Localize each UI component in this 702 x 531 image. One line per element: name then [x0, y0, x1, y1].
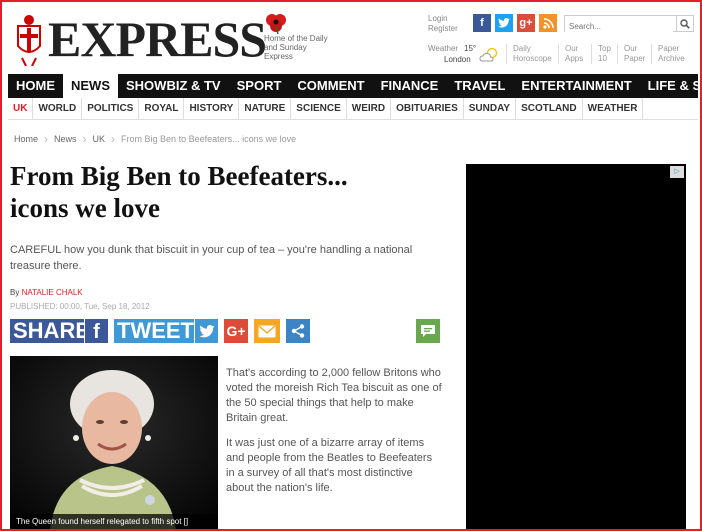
share-bar: SHARE f TWEET G+: [10, 318, 442, 344]
subnav-item-sunday[interactable]: SUNDAY: [464, 98, 517, 119]
google-plus-icon[interactable]: G+: [224, 319, 248, 343]
quick-link-line: Our: [565, 44, 579, 53]
subnav-item-history[interactable]: HISTORY: [184, 98, 240, 119]
social-links: f g+: [473, 14, 557, 32]
site-tagline: Home of the Daily and Sunday Express: [264, 34, 328, 61]
article-headline: From Big Ben to Beefeaters... icons we l…: [10, 160, 430, 224]
breadcrumb: Home › News › UK › From Big Ben to Beefe…: [14, 132, 296, 146]
breadcrumb-news[interactable]: News: [54, 134, 77, 144]
subnav-item-weird[interactable]: WEIRD: [347, 98, 392, 119]
breadcrumb-current: From Big Ben to Beefeaters... icons we l…: [121, 134, 297, 144]
headline-line: icons we love: [10, 193, 160, 223]
quick-link-horoscope[interactable]: Daily Horoscope: [506, 44, 552, 64]
quick-link-line: Apps: [565, 54, 584, 63]
nav-item-comment[interactable]: COMMENT: [289, 74, 372, 98]
breadcrumb-home[interactable]: Home: [14, 134, 38, 144]
article-image[interactable]: The Queen found herself relegated to fif…: [10, 356, 218, 529]
subnav-item-world[interactable]: WORLD: [33, 98, 83, 119]
quick-link-our-paper[interactable]: Our Paper: [617, 44, 645, 64]
site-logo[interactable]: EXPRESS: [48, 12, 267, 66]
weather-widget[interactable]: Weather 15° London: [428, 44, 498, 64]
quick-link-line: Horoscope: [513, 54, 552, 63]
chevron-right-icon: ›: [44, 132, 49, 146]
subnav-item-weather[interactable]: WEATHER: [583, 98, 644, 119]
rss-icon[interactable]: [539, 14, 557, 32]
subnav-item-obituaries[interactable]: OBITUARIES: [391, 98, 464, 119]
weather-label: Weather: [428, 44, 459, 53]
nav-item-home[interactable]: HOME: [8, 74, 63, 98]
subnav-item-science[interactable]: SCIENCE: [291, 98, 347, 119]
article-body: That's according to 2,000 fellow Britons…: [226, 366, 442, 506]
browser-frame: EXPRESS Home of the Daily and Sunday Exp…: [0, 0, 702, 531]
subnav-item-nature[interactable]: NATURE: [239, 98, 292, 119]
twitter-icon[interactable]: [194, 319, 218, 343]
nav-item-life-style[interactable]: LIFE & STYLE: [640, 74, 700, 98]
article-standfirst: CAREFUL how you dunk that biscuit in you…: [10, 244, 413, 272]
quick-link-line: Paper: [624, 54, 646, 63]
quick-link-line: Daily: [513, 44, 531, 53]
headline-line: From Big Ben to Beefeaters...: [10, 161, 348, 191]
nav-item-travel[interactable]: TRAVEL: [446, 74, 513, 98]
advertisement[interactable]: ▷: [466, 164, 686, 529]
subnav-item-scotland[interactable]: SCOTLAND: [516, 98, 583, 119]
subnav-item-royal[interactable]: ROYAL: [139, 98, 185, 119]
share-twitter-button[interactable]: TWEET: [114, 319, 197, 343]
register-link[interactable]: Register: [428, 24, 458, 34]
search-icon: [680, 18, 690, 29]
poppy-icon: [266, 14, 286, 34]
search-button[interactable]: [676, 16, 693, 31]
quick-link-archive[interactable]: Paper Archive: [651, 44, 685, 64]
chevron-right-icon: ›: [111, 132, 116, 146]
nav-item-entertainment[interactable]: ENTERTAINMENT: [513, 74, 639, 98]
quick-link-line: Paper: [658, 44, 680, 53]
google-plus-icon[interactable]: g+: [517, 14, 535, 32]
login-link[interactable]: Login: [428, 14, 458, 24]
share-label: SHARE: [13, 318, 91, 343]
nav-item-finance[interactable]: FINANCE: [373, 74, 447, 98]
chevron-right-icon: ›: [82, 132, 87, 146]
search-input[interactable]: [565, 19, 673, 34]
weather-temperature: 15°: [464, 44, 477, 53]
share-icon[interactable]: [286, 319, 310, 343]
byline-prefix: By: [10, 288, 20, 297]
quick-link-apps[interactable]: Our Apps: [558, 44, 583, 64]
nav-item-news[interactable]: NEWS: [63, 74, 118, 98]
masthead: EXPRESS Home of the Daily and Sunday Exp…: [8, 6, 698, 72]
search-box: [564, 15, 694, 34]
image-caption: The Queen found herself relegated to fif…: [10, 514, 218, 529]
published-date: PUBLISHED: 00:00, Tue, Sep 18, 2012: [10, 302, 150, 311]
comments-icon[interactable]: [416, 319, 440, 343]
nav-item-showbiz[interactable]: SHOWBIZ & TV: [118, 74, 229, 98]
quick-link-line: Top: [598, 44, 611, 53]
main-nav: HOME NEWS SHOWBIZ & TV SPORT COMMENT FIN…: [8, 74, 700, 98]
quick-link-top10[interactable]: Top 10: [591, 44, 611, 64]
quick-link-line: Archive: [658, 54, 685, 63]
quick-link-line: Our: [624, 44, 638, 53]
adchoices-icon[interactable]: ▷: [670, 166, 684, 178]
author-link[interactable]: NATALIE CHALK: [22, 288, 83, 297]
facebook-icon[interactable]: f: [473, 14, 491, 32]
weather-city: London: [444, 55, 471, 64]
body-paragraph: It was just one of a bizarre array of it…: [226, 437, 433, 494]
tweet-label: TWEET: [117, 318, 194, 343]
email-icon[interactable]: [254, 319, 280, 343]
quick-link-line: 10: [598, 54, 607, 63]
sun-cloud-icon: [479, 47, 498, 62]
breadcrumb-uk[interactable]: UK: [93, 134, 106, 144]
subnav-item-uk[interactable]: UK: [8, 98, 34, 119]
body-paragraph: That's according to 2,000 fellow Britons…: [226, 367, 442, 424]
subnav-item-politics[interactable]: POLITICS: [82, 98, 140, 119]
sub-nav: UK WORLD POLITICS ROYAL HISTORY NATURE S…: [8, 98, 698, 120]
byline: By NATALIE CHALK: [10, 288, 83, 297]
queen-photo: [10, 356, 218, 529]
account-links: Login Register: [428, 14, 458, 34]
twitter-icon[interactable]: [495, 14, 513, 32]
share-facebook-button[interactable]: SHARE: [10, 318, 94, 343]
facebook-icon[interactable]: f: [84, 319, 108, 343]
crusader-logo-icon[interactable]: [12, 12, 46, 66]
nav-item-sport[interactable]: SPORT: [229, 74, 290, 98]
